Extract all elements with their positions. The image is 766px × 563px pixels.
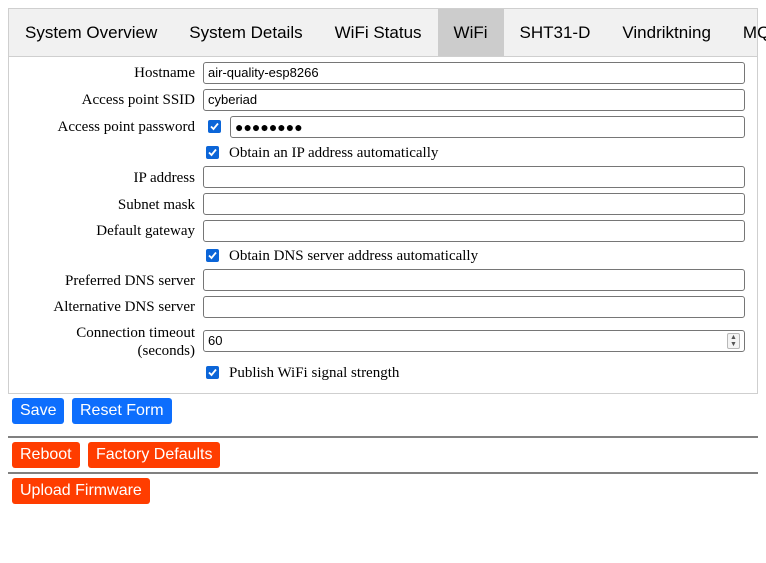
auto-dns-label: Obtain DNS server address automatically bbox=[229, 248, 479, 264]
divider bbox=[8, 436, 758, 438]
publish-signal-checkbox[interactable] bbox=[206, 366, 219, 379]
wifi-settings-form: Hostname air-quality-esp8266 Access poin… bbox=[8, 56, 758, 394]
hostname-label: Hostname bbox=[134, 65, 195, 81]
auto-dns-checkbox[interactable] bbox=[206, 249, 219, 262]
ssid-label: Access point SSID bbox=[81, 92, 195, 108]
number-spinner[interactable]: ▲ ▼ bbox=[727, 333, 740, 349]
divider bbox=[8, 472, 758, 474]
spin-down-icon[interactable]: ▼ bbox=[728, 341, 739, 348]
subnet-label: Subnet mask bbox=[117, 197, 195, 213]
timeout-value: 60 bbox=[208, 333, 223, 348]
hostname-input[interactable]: air-quality-esp8266 bbox=[203, 62, 745, 84]
tab-system-details[interactable]: System Details bbox=[173, 9, 318, 56]
checkmark-icon bbox=[210, 122, 219, 131]
tab-wifi-status[interactable]: WiFi Status bbox=[319, 9, 438, 56]
spin-up-icon[interactable]: ▲ bbox=[728, 334, 739, 341]
password-label: Access point password bbox=[57, 119, 195, 135]
publish-signal-label: Publish WiFi signal strength bbox=[229, 365, 400, 381]
ip-input[interactable] bbox=[203, 166, 745, 188]
password-input[interactable]: ●●●●●●●● bbox=[230, 116, 745, 138]
tab-system-overview[interactable]: System Overview bbox=[9, 9, 173, 56]
dns1-input[interactable] bbox=[203, 269, 745, 291]
reset-form-button[interactable]: Reset Form bbox=[72, 398, 172, 424]
tab-mqtt[interactable]: MQTT bbox=[727, 9, 766, 56]
checkmark-icon bbox=[208, 368, 217, 377]
tab-wifi[interactable]: WiFi bbox=[437, 9, 504, 56]
dns2-input[interactable] bbox=[203, 296, 745, 318]
reboot-button[interactable]: Reboot bbox=[12, 442, 80, 468]
tab-sht31d[interactable]: SHT31-D bbox=[504, 9, 607, 56]
checkmark-icon bbox=[208, 251, 217, 260]
save-button[interactable]: Save bbox=[12, 398, 65, 424]
gateway-input[interactable] bbox=[203, 220, 745, 242]
show-password-checkbox[interactable] bbox=[208, 120, 221, 133]
timeout-label: Connection timeout (seconds) bbox=[76, 324, 195, 360]
ssid-input[interactable]: cyberiad bbox=[203, 89, 745, 111]
dhcp-label: Obtain an IP address automatically bbox=[229, 145, 439, 161]
dns1-label: Preferred DNS server bbox=[65, 273, 195, 289]
timeout-input[interactable]: 60 ▲ ▼ bbox=[203, 330, 745, 352]
tab-bar: System Overview System Details WiFi Stat… bbox=[8, 8, 766, 57]
tab-vindriktning[interactable]: Vindriktning bbox=[606, 9, 727, 56]
timeout-label-line1: Connection timeout bbox=[76, 325, 195, 341]
subnet-input[interactable] bbox=[203, 193, 745, 215]
ip-label: IP address bbox=[133, 170, 195, 186]
timeout-label-line2: (seconds) bbox=[137, 343, 195, 359]
checkmark-icon bbox=[208, 148, 217, 157]
dns2-label: Alternative DNS server bbox=[53, 299, 195, 315]
factory-defaults-button[interactable]: Factory Defaults bbox=[88, 442, 221, 468]
dhcp-checkbox[interactable] bbox=[206, 146, 219, 159]
upload-firmware-button[interactable]: Upload Firmware bbox=[12, 478, 150, 504]
gateway-label: Default gateway bbox=[96, 223, 195, 239]
